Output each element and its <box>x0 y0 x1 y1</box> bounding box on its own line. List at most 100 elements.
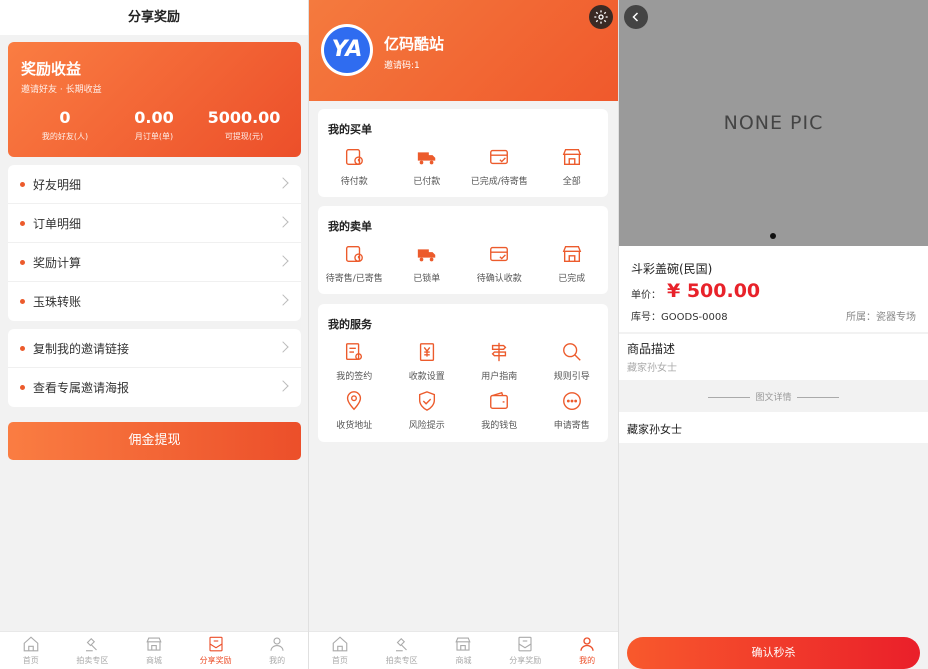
home-icon <box>332 636 348 652</box>
product-info: 斗彩盖碗(民国) 单价： ¥ 500.00 库号：GOODS-0008 所属：瓷… <box>619 246 928 332</box>
buy-pending-payment[interactable]: 待付款 <box>318 146 391 187</box>
menu-invite-poster[interactable]: 查看专属邀请海报 <box>8 368 301 407</box>
tab-mine[interactable]: 我的 <box>556 632 618 669</box>
reward-subtitle: 邀请好友 · 长期收益 <box>21 85 102 95</box>
chat-bubble-icon <box>562 392 581 410</box>
pending-payment-icon <box>346 148 364 166</box>
contract-icon <box>346 343 363 361</box>
menu-transfer[interactable]: 玉珠转账 <box>8 282 301 321</box>
store-icon <box>562 148 582 166</box>
invite-code: 邀请码:1 <box>384 61 420 71</box>
tab-auction[interactable]: 拍卖专区 <box>62 632 124 669</box>
no-image-placeholder: NONE PIC <box>723 112 824 134</box>
tab-home[interactable]: 首页 <box>309 632 371 669</box>
back-button[interactable] <box>624 5 648 29</box>
user-icon <box>580 637 594 651</box>
product-description: 商品描述 藏家孙女士 <box>619 334 928 380</box>
site-name: 亿码酷站 <box>384 35 445 53</box>
chevron-right-icon <box>277 341 289 353</box>
service-payment-settings[interactable]: 收款设置 <box>391 341 464 382</box>
section-title: 我的卖单 <box>328 220 372 233</box>
profile-header: YA 亿码酷站 邀请码:1 <box>309 0 618 101</box>
bullet <box>20 259 25 265</box>
chevron-right-icon <box>277 255 289 267</box>
tab-home[interactable]: 首页 <box>0 632 62 669</box>
tab-auction[interactable]: 拍卖专区 <box>371 632 433 669</box>
bullet <box>20 385 25 390</box>
sell-locked[interactable]: 已锁单 <box>391 243 464 284</box>
service-address[interactable]: 收货地址 <box>318 390 391 431</box>
section-title: 我的买单 <box>328 123 372 136</box>
chevron-right-icon <box>277 216 289 228</box>
signpost-icon <box>491 342 507 362</box>
product-detail-screen: NONE PIC 斗彩盖碗(民国) 单价： ¥ 500.00 库号：GOODS-… <box>619 0 928 669</box>
tab-mall[interactable]: 商城 <box>123 632 185 669</box>
menu-friend-details[interactable]: 好友明细 <box>8 165 301 204</box>
menu-reward-calc[interactable]: 奖励计算 <box>8 243 301 282</box>
search-icon <box>562 343 581 361</box>
tab-share-reward[interactable]: 分享奖励 <box>185 632 247 669</box>
page-title: 分享奖励 <box>0 0 308 35</box>
service-user-guide[interactable]: 用户指南 <box>463 341 536 382</box>
share-envelope-icon <box>209 636 223 652</box>
product-title: 斗彩盖碗(民国) <box>631 262 713 276</box>
reward-menu: 好友明细 订单明细 奖励计算 玉珠转账 <box>8 165 301 321</box>
confirm-flash-sale-button[interactable]: 确认秒杀 <box>627 637 920 669</box>
service-wallet[interactable]: 我的钱包 <box>463 390 536 431</box>
buy-paid[interactable]: 已付款 <box>391 146 464 187</box>
gavel-icon <box>395 637 407 652</box>
share-reward-screen: 分享奖励 奖励收益 邀请好友 · 长期收益 0 我的好友(人) 0.00 月订单… <box>0 0 308 669</box>
tab-mine[interactable]: 我的 <box>246 632 308 669</box>
store-icon <box>146 637 162 651</box>
shield-check-icon <box>418 391 435 411</box>
withdraw-button[interactable]: 佣金提现 <box>8 422 301 460</box>
detail-text: 藏家孙女士 <box>627 423 682 436</box>
description-title: 商品描述 <box>627 342 676 356</box>
bullet <box>20 220 25 226</box>
service-contract[interactable]: 我的签约 <box>318 341 391 382</box>
avatar[interactable]: YA <box>321 24 373 76</box>
product-sku: 库号：GOODS-0008 <box>631 312 728 323</box>
wallet-icon <box>490 391 509 410</box>
price-label: 单价： <box>631 290 661 301</box>
tab-mall[interactable]: 商城 <box>433 632 495 669</box>
sell-orders-section: 我的卖单 待寄售/已寄售 已锁单 待确认收款 已完成 <box>318 206 608 294</box>
sell-awaiting-receipt[interactable]: 待确认收款 <box>463 243 536 284</box>
description-text: 藏家孙女士 <box>627 363 677 374</box>
sell-completed[interactable]: 已完成 <box>536 243 609 284</box>
delivery-truck-icon <box>417 249 435 262</box>
detail-content: 藏家孙女士 <box>619 412 928 443</box>
store-icon <box>455 637 472 651</box>
tab-bar: 首页 拍卖专区 商城 分享奖励 我的 <box>0 631 308 669</box>
gear-icon <box>594 10 608 24</box>
service-risk-warning[interactable]: 风险提示 <box>391 390 464 431</box>
invite-menu: 复制我的邀请链接 查看专属邀请海报 <box>8 329 301 407</box>
carousel-indicator[interactable] <box>770 233 776 239</box>
buy-all[interactable]: 全部 <box>536 146 609 187</box>
product-image[interactable]: NONE PIC <box>619 0 928 246</box>
services-section: 我的服务 我的签约 收款设置 用户指南 规则引导 收货地址 风险提示 我的钱包 … <box>318 304 608 442</box>
detail-separator: 图文详情 <box>619 390 928 403</box>
menu-copy-invite-link[interactable]: 复制我的邀请链接 <box>8 329 301 368</box>
buy-completed[interactable]: 已完成/待寄售 <box>463 146 536 187</box>
bullet <box>20 345 25 351</box>
share-envelope-icon <box>518 636 532 652</box>
product-price: ¥ 500.00 <box>667 280 761 302</box>
reward-title: 奖励收益 <box>21 60 82 78</box>
section-title: 我的服务 <box>328 318 372 331</box>
chevron-right-icon <box>277 294 289 306</box>
service-apply-consign[interactable]: 申请寄售 <box>536 390 609 431</box>
settings-button[interactable] <box>589 5 613 29</box>
stat-monthly-orders: 0.00 月订单(单) <box>134 108 174 141</box>
stat-withdrawable: 5000.00 可提现(元) <box>207 108 281 141</box>
service-rules[interactable]: 规则引导 <box>536 341 609 382</box>
menu-order-details[interactable]: 订单明细 <box>8 204 301 243</box>
avatar-logo: YA <box>324 27 370 73</box>
bullet <box>20 181 25 187</box>
stat-friends: 0 我的好友(人) <box>41 108 89 141</box>
user-icon <box>270 637 284 651</box>
sell-pending-consign[interactable]: 待寄售/已寄售 <box>318 243 391 284</box>
tab-share-reward[interactable]: 分享奖励 <box>494 632 556 669</box>
bullet <box>20 299 25 304</box>
reward-card: 奖励收益 邀请好友 · 长期收益 0 我的好友(人) 0.00 月订单(单) 5… <box>8 42 301 157</box>
